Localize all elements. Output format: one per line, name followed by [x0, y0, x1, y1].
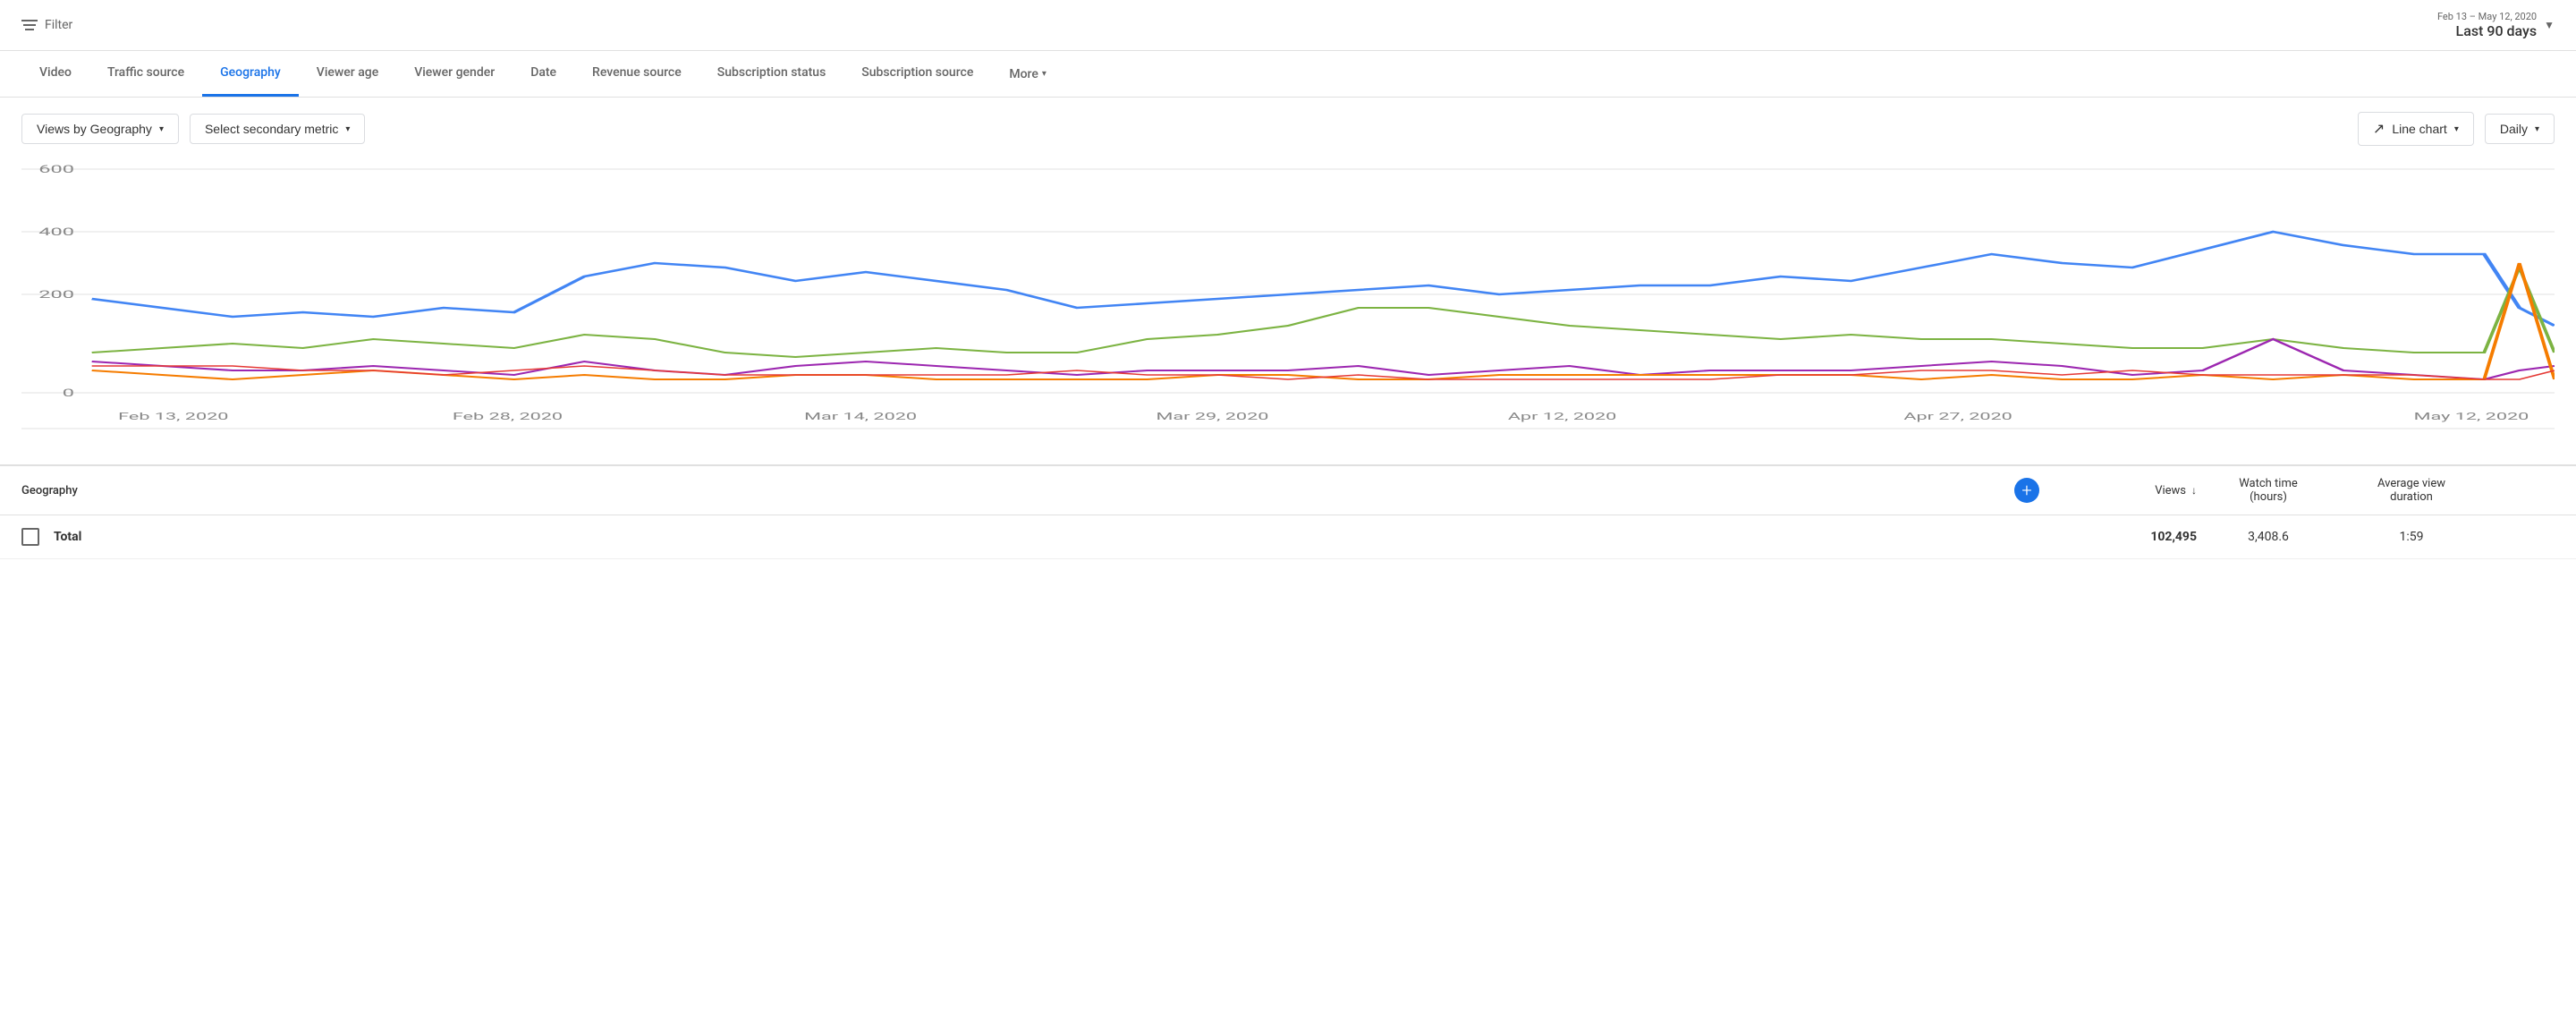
svg-text:Apr 27, 2020: Apr 27, 2020 — [1903, 411, 2012, 422]
watch-time-header-sub: (hours) — [2197, 490, 2340, 504]
frequency-dropdown[interactable]: Daily ▾ — [2485, 114, 2555, 144]
filter-icon[interactable] — [21, 20, 38, 30]
date-range-arrow: ▼ — [2544, 19, 2555, 31]
table-col-add: + — [2000, 478, 2054, 503]
table-col-avg-duration: Average view duration — [2340, 477, 2483, 504]
tab-video[interactable]: Video — [21, 51, 89, 97]
tab-viewer-age[interactable]: Viewer age — [299, 51, 396, 97]
tab-subscription-source[interactable]: Subscription source — [843, 51, 991, 97]
svg-text:600: 600 — [38, 163, 74, 175]
tab-more[interactable]: More ▾ — [991, 53, 1064, 96]
total-row-label: Total — [54, 530, 2000, 544]
tab-more-label: More — [1009, 67, 1038, 81]
secondary-metric-dropdown[interactable]: Select secondary metric ▾ — [190, 114, 365, 144]
frequency-arrow: ▾ — [2535, 124, 2539, 134]
table-col-views: Views ↓ — [2054, 484, 2197, 497]
chart-controls-right: ↗ Line chart ▾ Daily ▾ — [2358, 112, 2555, 146]
add-metric-button[interactable]: + — [2014, 478, 2039, 503]
chart-area: 600 400 200 0 Feb 13, 2020 Feb 28, 2020 … — [0, 160, 2576, 464]
filter-label: Filter — [45, 18, 72, 32]
table-row-total: Total 102,495 3,408.6 1:59 — [0, 515, 2576, 559]
svg-text:Mar 29, 2020: Mar 29, 2020 — [1157, 411, 1269, 422]
table-col-geography: Geography — [21, 484, 2000, 497]
table-header: Geography + Views ↓ Watch time (hours) A… — [0, 466, 2576, 515]
primary-metric-arrow: ▾ — [159, 124, 164, 134]
svg-text:Apr 12, 2020: Apr 12, 2020 — [1508, 411, 1617, 422]
table-section: Geography + Views ↓ Watch time (hours) A… — [0, 464, 2576, 559]
geography-header-label: Geography — [21, 484, 78, 497]
secondary-metric-arrow: ▾ — [345, 124, 350, 134]
svg-text:400: 400 — [38, 225, 74, 238]
table-col-watch-time: Watch time (hours) — [2197, 477, 2340, 504]
svg-text:0: 0 — [63, 387, 74, 399]
filter-section: Filter — [21, 18, 72, 32]
views-header-label: Views — [2155, 484, 2186, 497]
svg-text:Feb 28, 2020: Feb 28, 2020 — [453, 411, 563, 422]
date-range-sub: Feb 13 – May 12, 2020 — [2437, 11, 2537, 22]
primary-metric-dropdown[interactable]: Views by Geography ▾ — [21, 114, 179, 144]
tab-navigation: Video Traffic source Geography Viewer ag… — [0, 51, 2576, 98]
watch-time-header-label: Watch time — [2197, 477, 2340, 490]
secondary-metric-label: Select secondary metric — [205, 122, 338, 136]
chart-controls: Views by Geography ▾ Select secondary me… — [0, 98, 2576, 160]
total-row-avg-duration: 1:59 — [2340, 530, 2483, 544]
total-row-watch-time: 3,408.6 — [2197, 530, 2340, 544]
frequency-label: Daily — [2500, 122, 2528, 136]
svg-text:200: 200 — [38, 288, 74, 301]
total-row-checkbox[interactable] — [21, 528, 39, 546]
svg-text:Feb 13, 2020: Feb 13, 2020 — [118, 411, 228, 422]
chart-type-label: Line chart — [2392, 122, 2446, 136]
chart-type-dropdown[interactable]: ↗ Line chart ▾ — [2358, 112, 2474, 146]
avg-duration-header-sub: duration — [2340, 490, 2483, 504]
line-chart-svg: 600 400 200 0 Feb 13, 2020 Feb 28, 2020 … — [21, 160, 2555, 446]
svg-text:Mar 14, 2020: Mar 14, 2020 — [804, 411, 917, 422]
svg-text:May 12, 2020: May 12, 2020 — [2414, 411, 2529, 422]
filter-bar: Filter Feb 13 – May 12, 2020 Last 90 day… — [0, 0, 2576, 51]
tab-date[interactable]: Date — [513, 51, 574, 97]
line-chart-icon: ↗ — [2373, 120, 2385, 138]
tab-geography[interactable]: Geography — [202, 51, 299, 97]
chart-controls-left: Views by Geography ▾ Select secondary me… — [21, 114, 365, 144]
avg-duration-header-label: Average view — [2340, 477, 2483, 490]
tab-viewer-gender[interactable]: Viewer gender — [396, 51, 513, 97]
date-range-main: Last 90 days — [2456, 22, 2538, 39]
total-row-views: 102,495 — [2054, 530, 2197, 544]
primary-metric-label: Views by Geography — [37, 122, 152, 136]
more-chevron-icon: ▾ — [1042, 69, 1046, 79]
tab-revenue-source[interactable]: Revenue source — [574, 51, 699, 97]
date-range-text: Feb 13 – May 12, 2020 Last 90 days — [2437, 11, 2537, 39]
chart-type-arrow: ▾ — [2454, 124, 2459, 134]
date-range-picker[interactable]: Feb 13 – May 12, 2020 Last 90 days ▼ — [2437, 11, 2555, 39]
tab-traffic-source[interactable]: Traffic source — [89, 51, 202, 97]
tab-subscription-status[interactable]: Subscription status — [699, 51, 844, 97]
